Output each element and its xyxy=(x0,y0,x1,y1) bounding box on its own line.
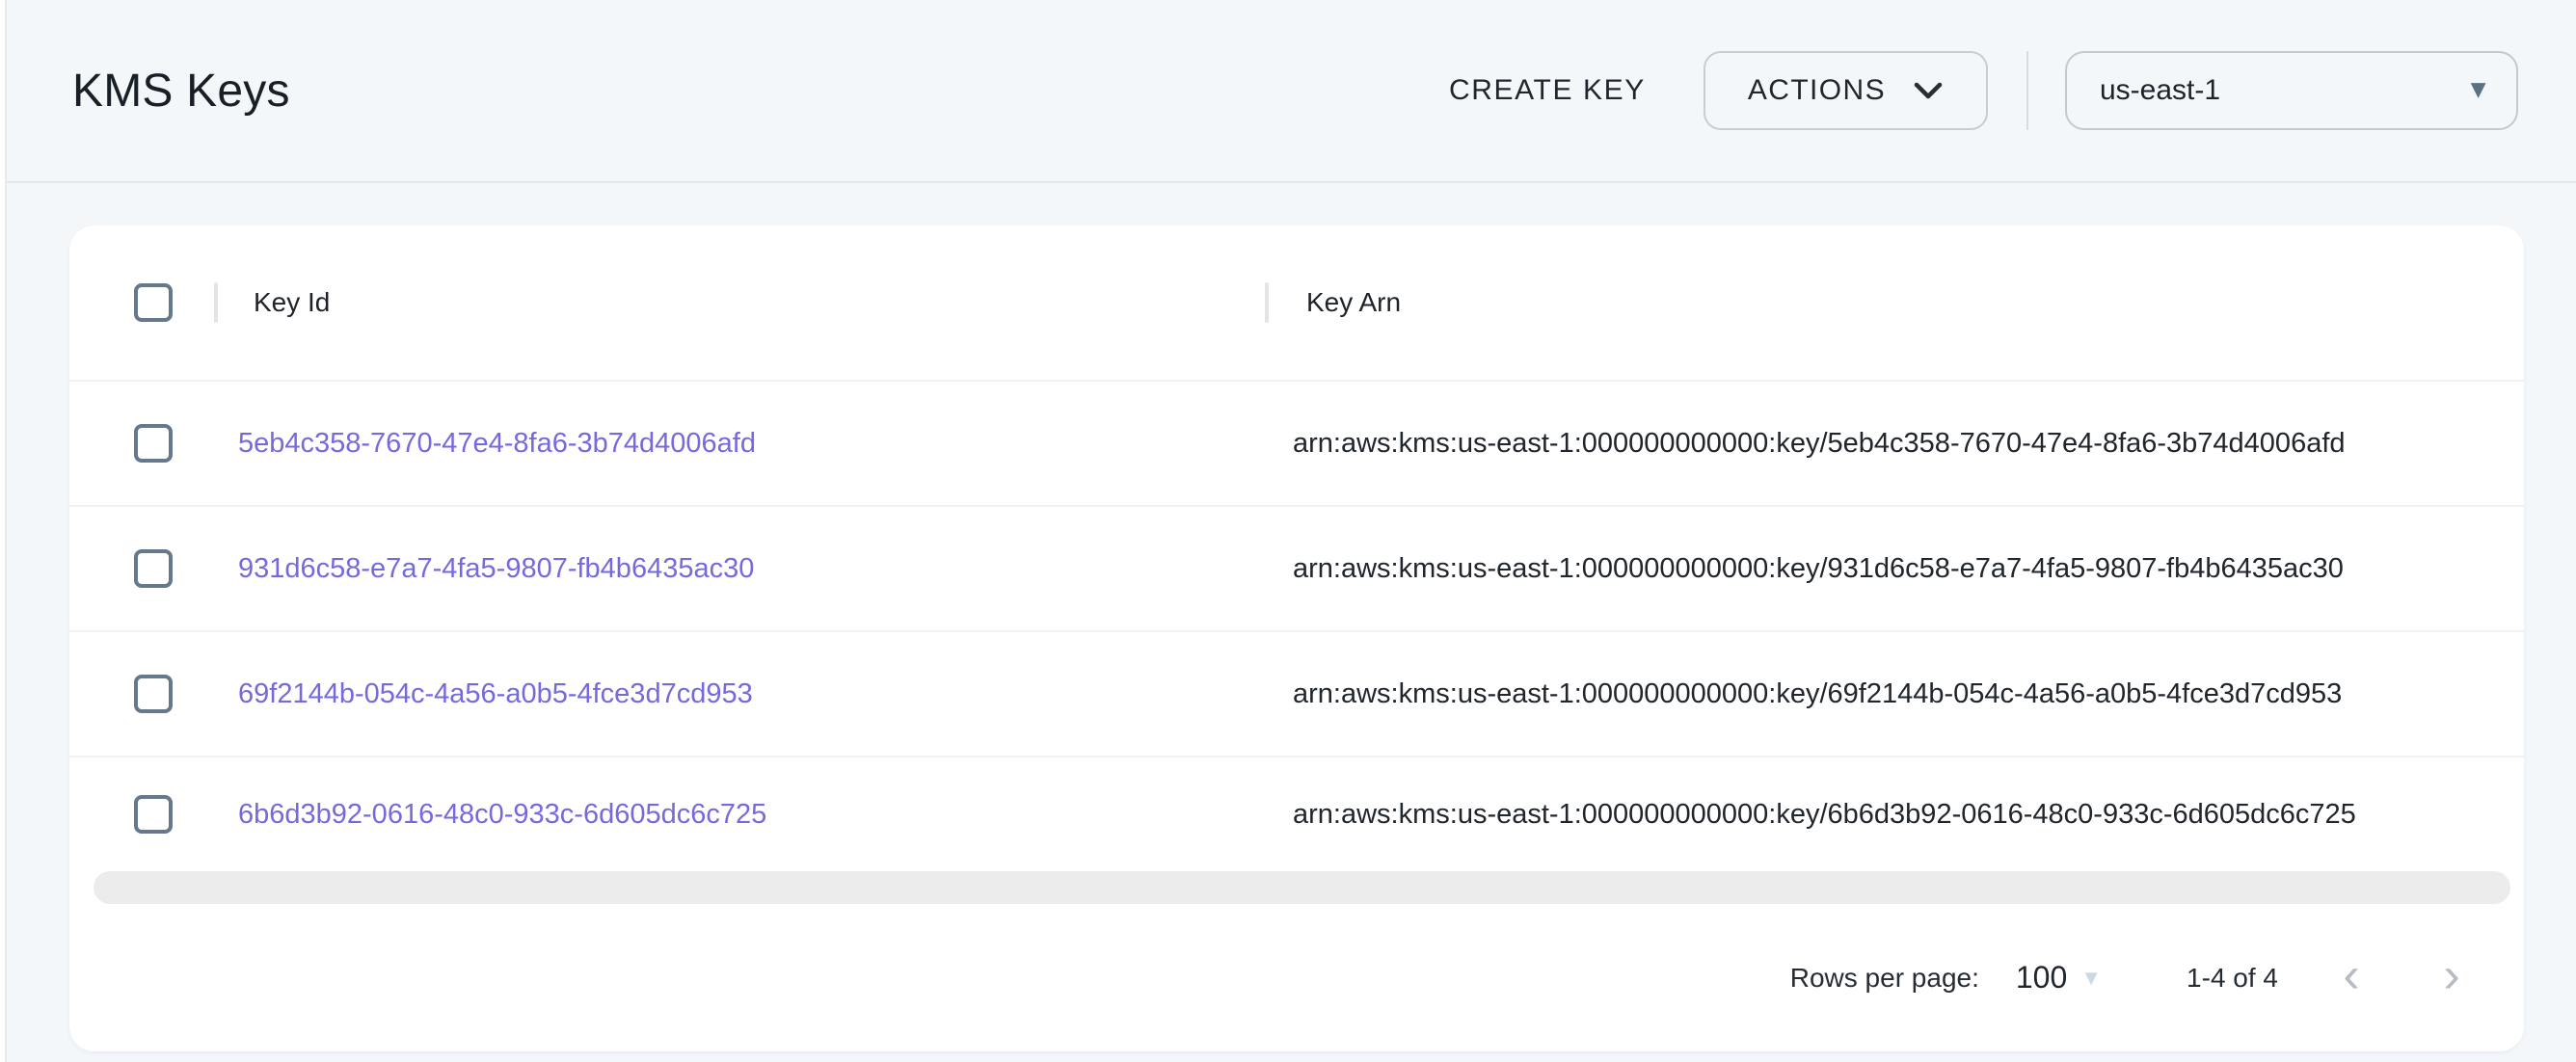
row-checkbox[interactable] xyxy=(134,675,173,713)
key-id-column-header[interactable]: Key Id xyxy=(214,287,1265,318)
actions-button[interactable]: ACTIONS xyxy=(1704,51,1988,130)
table-row: 931d6c58-e7a7-4fa5-9807-fb4b6435ac30 arn… xyxy=(69,507,2524,632)
key-arn-cell: arn:aws:kms:us-east-1:000000000000:key/6… xyxy=(1265,678,2342,710)
key-arn-column-header[interactable]: Key Arn xyxy=(1265,287,2524,318)
key-arn-cell-wrap: arn:aws:kms:us-east-1:000000000000:key/6… xyxy=(1265,678,2524,710)
key-arn-cell: arn:aws:kms:us-east-1:000000000000:key/5… xyxy=(1265,428,2346,460)
key-id-link[interactable]: 6b6d3b92-0616-48c0-933c-6d605dc6c725 xyxy=(214,799,766,831)
row-checkbox-cell xyxy=(69,549,214,588)
create-key-button[interactable]: CREATE KEY xyxy=(1426,57,1669,124)
table-row: 5eb4c358-7670-47e4-8fa6-3b74d4006afd arn… xyxy=(69,382,2524,507)
next-page-button[interactable]: › xyxy=(2425,951,2479,1005)
table-row: 6b6d3b92-0616-48c0-933c-6d605dc6c725 arn… xyxy=(69,757,2524,871)
table-header-row: Key Id Key Arn xyxy=(69,226,2524,382)
key-arn-cell-wrap: arn:aws:kms:us-east-1:000000000000:key/6… xyxy=(1265,799,2524,831)
row-checkbox[interactable] xyxy=(134,795,173,834)
column-separator xyxy=(1265,282,1269,323)
kms-keys-page: KMS Keys CREATE KEY ACTIONS us-east-1 ▼ xyxy=(5,0,2576,1062)
chevron-right-icon: › xyxy=(2443,950,2459,1000)
key-arn-cell: arn:aws:kms:us-east-1:000000000000:key/6… xyxy=(1265,799,2356,831)
chevron-left-icon: ‹ xyxy=(2343,950,2359,1000)
page-header: KMS Keys CREATE KEY ACTIONS us-east-1 ▼ xyxy=(7,0,2576,183)
row-checkbox[interactable] xyxy=(134,549,173,588)
region-select-value: us-east-1 xyxy=(2100,74,2220,107)
page-content: Key Id Key Arn 5eb4c358-7670-47e4-8fa6-3… xyxy=(7,183,2576,1051)
key-id-cell: 931d6c58-e7a7-4fa5-9807-fb4b6435ac30 xyxy=(214,553,1265,585)
header-checkbox-cell xyxy=(69,283,214,322)
rows-per-page-label: Rows per page: xyxy=(1790,963,1979,994)
rows-per-page-value: 100 xyxy=(2016,960,2067,996)
row-checkbox-cell xyxy=(69,795,214,834)
row-checkbox[interactable] xyxy=(134,424,173,463)
select-all-checkbox[interactable] xyxy=(134,283,173,322)
key-id-column-label: Key Id xyxy=(214,287,330,318)
row-checkbox-cell xyxy=(69,675,214,713)
caret-down-icon: ▼ xyxy=(2465,76,2491,102)
pagination-range-label: 1-4 of 4 xyxy=(2187,963,2278,994)
key-arn-cell-wrap: arn:aws:kms:us-east-1:000000000000:key/5… xyxy=(1265,428,2524,460)
header-actions: CREATE KEY ACTIONS us-east-1 ▼ xyxy=(1426,51,2518,130)
keys-table-card: Key Id Key Arn 5eb4c358-7670-47e4-8fa6-3… xyxy=(69,226,2524,1051)
table-row: 69f2144b-054c-4a56-a0b5-4fce3d7cd953 arn… xyxy=(69,632,2524,757)
key-id-link[interactable]: 69f2144b-054c-4a56-a0b5-4fce3d7cd953 xyxy=(214,678,753,710)
column-separator xyxy=(214,282,218,323)
key-arn-cell-wrap: arn:aws:kms:us-east-1:000000000000:key/9… xyxy=(1265,553,2524,585)
actions-button-label: ACTIONS xyxy=(1748,74,1886,107)
horizontal-scrollbar xyxy=(94,871,2510,904)
caret-down-icon: ▼ xyxy=(2080,968,2102,989)
key-id-cell: 5eb4c358-7670-47e4-8fa6-3b74d4006afd xyxy=(214,428,1265,460)
region-select[interactable]: us-east-1 ▼ xyxy=(2065,51,2518,130)
key-id-cell: 6b6d3b92-0616-48c0-933c-6d605dc6c725 xyxy=(214,799,1265,831)
toolbar-divider xyxy=(2026,51,2028,130)
key-arn-column-label: Key Arn xyxy=(1265,287,1401,318)
key-id-link[interactable]: 5eb4c358-7670-47e4-8fa6-3b74d4006afd xyxy=(214,428,756,460)
pagination: Rows per page: 100 ▼ 1-4 of 4 ‹ › xyxy=(69,904,2524,1051)
rows-per-page-select[interactable]: 100 ▼ xyxy=(2016,960,2102,996)
key-id-cell: 69f2144b-054c-4a56-a0b5-4fce3d7cd953 xyxy=(214,678,1265,710)
row-checkbox-cell xyxy=(69,424,214,463)
key-id-link[interactable]: 931d6c58-e7a7-4fa5-9807-fb4b6435ac30 xyxy=(214,553,754,585)
horizontal-scrollbar-thumb[interactable] xyxy=(94,871,2510,904)
table-body: 5eb4c358-7670-47e4-8fa6-3b74d4006afd arn… xyxy=(69,382,2524,871)
key-arn-cell: arn:aws:kms:us-east-1:000000000000:key/9… xyxy=(1265,553,2344,585)
previous-page-button[interactable]: ‹ xyxy=(2324,951,2378,1005)
page-title: KMS Keys xyxy=(72,65,290,118)
chevron-down-icon xyxy=(1913,81,1944,100)
